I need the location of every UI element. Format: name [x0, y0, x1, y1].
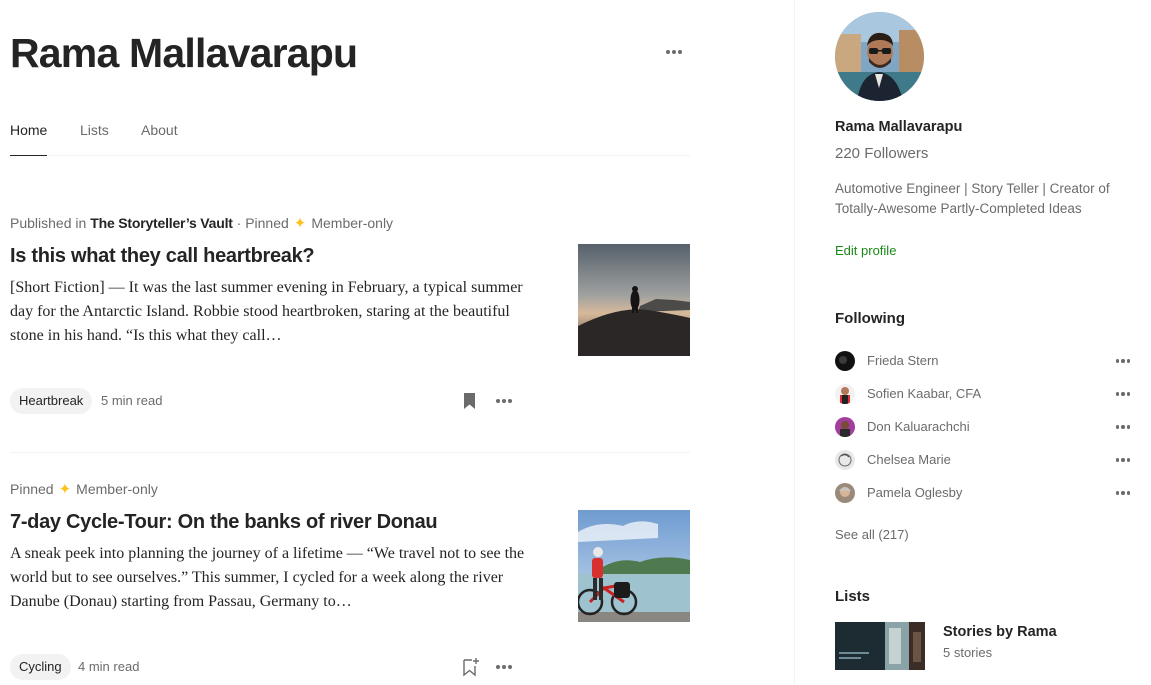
- following-item[interactable]: Don Kaluarachchi: [835, 417, 1135, 437]
- following-item[interactable]: Sofien Kaabar, CFA: [835, 384, 1135, 404]
- bookmark-add-icon: [463, 658, 479, 677]
- pinned-label: Pinned: [245, 215, 289, 231]
- following-more-button[interactable]: [1111, 487, 1135, 499]
- see-all-following-link[interactable]: See all (217): [835, 527, 909, 542]
- article-meta: Published in The Storyteller’s Vault · P…: [10, 214, 393, 232]
- following-item[interactable]: Frieda Stern: [835, 351, 1135, 371]
- following-more-button[interactable]: [1111, 454, 1135, 466]
- following-name[interactable]: Sofien Kaabar, CFA: [867, 386, 981, 401]
- edit-profile-link[interactable]: Edit profile: [835, 243, 896, 258]
- more-icon: [496, 399, 512, 403]
- more-icon: [1115, 359, 1131, 363]
- tab-lists[interactable]: Lists: [80, 122, 109, 138]
- member-star-icon: ✦: [293, 215, 307, 232]
- following-name[interactable]: Don Kaluarachchi: [867, 419, 970, 434]
- topic-tag[interactable]: Cycling: [10, 654, 71, 680]
- more-icon: [1115, 392, 1131, 396]
- list-story-count: 5 stories: [943, 645, 993, 660]
- bookmark-button[interactable]: [460, 657, 480, 677]
- more-icon: [666, 50, 682, 54]
- lists-heading: Lists: [835, 588, 871, 605]
- following-name[interactable]: Pamela Oglesby: [867, 485, 962, 500]
- main-column: Rama Mallavarapu Home Lists About Publis…: [0, 0, 795, 685]
- profile-sidebar: Rama Mallavarapu 220 Followers Automotiv…: [794, 0, 1151, 685]
- read-time: 4 min read: [78, 659, 140, 674]
- following-more-button[interactable]: [1111, 421, 1135, 433]
- article-excerpt[interactable]: A sneak peek into planning the journey o…: [10, 542, 530, 614]
- article-more-button[interactable]: [492, 657, 516, 677]
- pinned-label: Pinned: [10, 481, 54, 497]
- member-star-icon: ✦: [58, 481, 72, 498]
- article-footer: Heartbreak 5 min read: [10, 388, 690, 414]
- article-title[interactable]: Is this what they call heartbreak?: [10, 245, 550, 268]
- article-divider: [10, 452, 690, 453]
- profile-avatar[interactable]: [835, 12, 924, 101]
- more-icon: [1115, 425, 1131, 429]
- following-name[interactable]: Chelsea Marie: [867, 452, 951, 467]
- avatar: [835, 351, 855, 371]
- active-tab-indicator: [10, 155, 47, 156]
- more-icon: [496, 665, 512, 669]
- topic-tag[interactable]: Heartbreak: [10, 388, 93, 414]
- more-icon: [1115, 458, 1131, 462]
- tab-about[interactable]: About: [141, 122, 178, 138]
- avatar: [835, 450, 855, 470]
- list-thumbnail[interactable]: [835, 622, 925, 670]
- following-name[interactable]: Frieda Stern: [867, 353, 939, 368]
- avatar: [835, 417, 855, 437]
- sidebar-author-name[interactable]: Rama Mallavarapu: [835, 119, 962, 135]
- bookmark-button[interactable]: [460, 391, 480, 411]
- followers-count[interactable]: 220 Followers: [835, 145, 928, 162]
- article-excerpt[interactable]: [Short Fiction] — It was the last summer…: [10, 276, 530, 348]
- meta-separator: ·: [232, 215, 246, 231]
- publication-link[interactable]: The Storyteller’s Vault: [90, 215, 233, 231]
- article-meta: Pinned ✦ Member-only: [10, 480, 158, 498]
- article-thumbnail[interactable]: [578, 244, 690, 356]
- following-item[interactable]: Chelsea Marie: [835, 450, 1135, 470]
- following-more-button[interactable]: [1111, 355, 1135, 367]
- avatar: [835, 384, 855, 404]
- avatar: [835, 483, 855, 503]
- bookmark-filled-icon: [464, 393, 475, 409]
- more-icon: [1115, 491, 1131, 495]
- article-card[interactable]: Published in The Storyteller’s Vault · P…: [10, 214, 690, 430]
- profile-name: Rama Mallavarapu: [10, 30, 358, 76]
- author-bio: Automotive Engineer | Story Teller | Cre…: [835, 181, 1110, 216]
- list-title[interactable]: Stories by Rama: [943, 624, 1057, 640]
- following-heading: Following: [835, 310, 905, 327]
- profile-tabs: Home Lists About: [10, 120, 690, 156]
- published-in-label: Published in: [10, 215, 87, 231]
- article-more-button[interactable]: [492, 391, 516, 411]
- following-more-button[interactable]: [1111, 388, 1135, 400]
- profile-more-button[interactable]: [662, 40, 686, 64]
- article-card[interactable]: Pinned ✦ Member-only 7-day Cycle-Tour: O…: [10, 480, 690, 685]
- read-time: 5 min read: [101, 393, 163, 408]
- article-thumbnail[interactable]: [578, 510, 690, 622]
- article-footer: Cycling 4 min read: [10, 654, 690, 680]
- member-only-label: Member-only: [311, 215, 394, 231]
- member-only-label: Member-only: [76, 481, 158, 497]
- tab-home[interactable]: Home: [10, 122, 47, 138]
- article-title[interactable]: 7-day Cycle-Tour: On the banks of river …: [10, 511, 550, 534]
- following-item[interactable]: Pamela Oglesby: [835, 483, 1135, 503]
